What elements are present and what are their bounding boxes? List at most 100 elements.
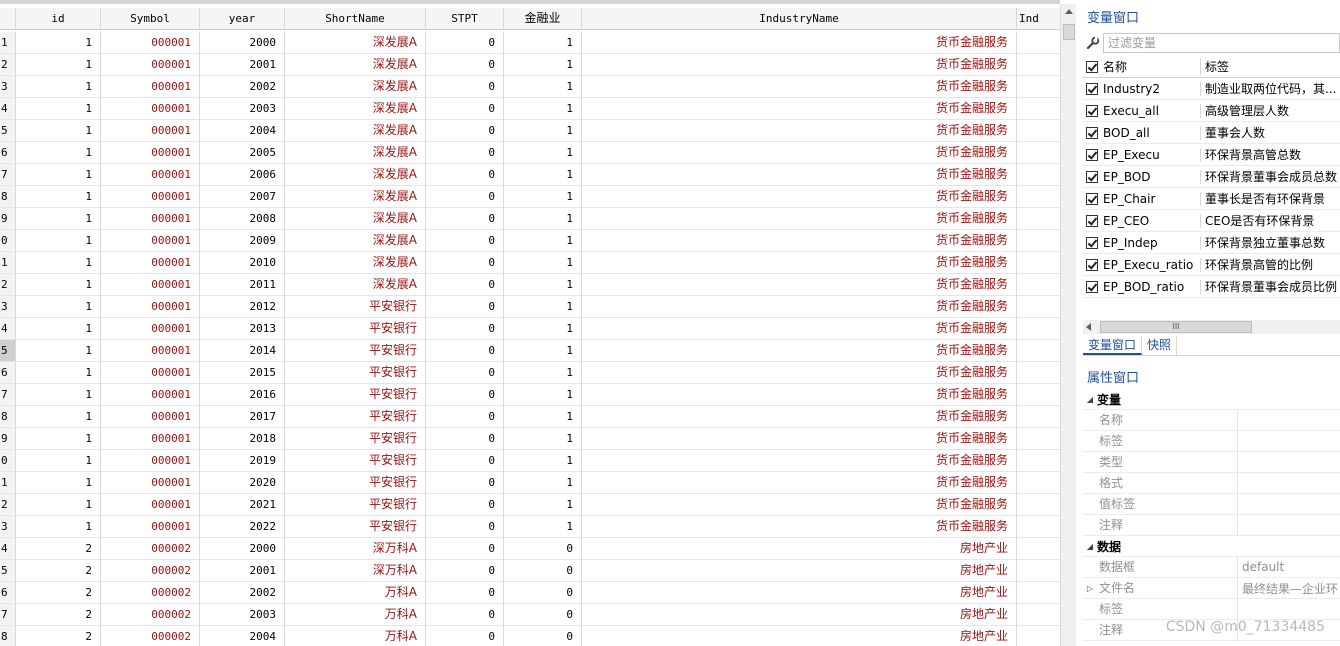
cell-stpt[interactable]: 0 [426,296,504,318]
cell-finance[interactable]: 0 [504,626,582,646]
cell-shortname[interactable]: 平安银行 [285,494,426,516]
cell-year[interactable]: 2001 [200,560,285,582]
filter-input[interactable] [1103,33,1340,53]
table-row[interactable]: 7 2 000002 2003 万科A 0 0 房地产业 [0,604,1060,626]
cell-stpt[interactable]: 0 [426,230,504,252]
cell-symbol[interactable]: 000001 [101,252,200,274]
cell-shortname[interactable]: 万科A [285,604,426,626]
cell-symbol[interactable]: 000001 [101,98,200,120]
cell-year[interactable]: 2014 [200,340,285,362]
expand-arrow-icon[interactable]: ▷ [1083,584,1097,593]
data-grid[interactable]: id Symbol year ShortName STPT 金融业 Indust… [0,0,1060,646]
cell-id[interactable]: 1 [16,230,101,252]
table-row[interactable]: 1 1 000001 2000 深发展A 0 1 货币金融服务 [0,32,1060,54]
cell-industryname[interactable]: 货币金融服务 [582,318,1017,340]
property-group-variable[interactable]: ◢ 变量 [1083,389,1340,410]
row-number[interactable]: 8 [0,186,16,208]
cell-year[interactable]: 2009 [200,230,285,252]
cell-shortname[interactable]: 深发展A [285,142,426,164]
cell-shortname[interactable]: 平安银行 [285,516,426,538]
scroll-up-arrow-icon[interactable] [1065,9,1073,14]
cell-industryname[interactable]: 货币金融服务 [582,450,1017,472]
cell-ind[interactable] [1017,428,1060,450]
cell-year[interactable]: 2021 [200,494,285,516]
cell-stpt[interactable]: 0 [426,120,504,142]
cell-symbol[interactable]: 000001 [101,406,200,428]
scroll-left-arrow-icon[interactable] [1086,323,1091,331]
cell-id[interactable]: 1 [16,296,101,318]
table-row[interactable]: 4 1 000001 2003 深发展A 0 1 货币金融服务 [0,98,1060,120]
cell-id[interactable]: 1 [16,142,101,164]
cell-industryname[interactable]: 货币金融服务 [582,76,1017,98]
cell-industryname[interactable]: 货币金融服务 [582,186,1017,208]
variable-row[interactable]: BOD_all 董事会人数 [1083,122,1340,144]
cell-year[interactable]: 2010 [200,252,285,274]
cell-id[interactable]: 1 [16,516,101,538]
table-row[interactable]: 2 1 000001 2001 深发展A 0 1 货币金融服务 [0,54,1060,76]
horizontal-scrollbar-thumb[interactable]: III [1100,321,1252,333]
cell-symbol[interactable]: 000001 [101,318,200,340]
variable-row[interactable]: EP_CEO CEO是否有环保背景 [1083,210,1340,232]
table-row[interactable]: 7 1 000001 2006 深发展A 0 1 货币金融服务 [0,164,1060,186]
column-header-id[interactable]: id [16,8,101,30]
cell-stpt[interactable]: 0 [426,274,504,296]
cell-symbol[interactable]: 000001 [101,32,200,54]
cell-shortname[interactable]: 深发展A [285,76,426,98]
cell-industryname[interactable]: 货币金融服务 [582,98,1017,120]
cell-year[interactable]: 2004 [200,626,285,646]
cell-symbol[interactable]: 000001 [101,494,200,516]
variable-checkbox[interactable] [1086,236,1098,249]
cell-symbol[interactable]: 000001 [101,340,200,362]
cell-stpt[interactable]: 0 [426,98,504,120]
row-number[interactable]: 7 [0,384,16,406]
variable-checkbox[interactable] [1086,214,1098,227]
cell-id[interactable]: 1 [16,340,101,362]
table-row[interactable]: 0 1 000001 2009 深发展A 0 1 货币金融服务 [0,230,1060,252]
cell-id[interactable]: 1 [16,384,101,406]
row-number[interactable]: 1 [0,472,16,494]
table-row[interactable]: 6 1 000001 2015 平安银行 0 1 货币金融服务 [0,362,1060,384]
cell-id[interactable]: 1 [16,252,101,274]
table-row[interactable]: 3 1 000001 2022 平安银行 0 1 货币金融服务 [0,516,1060,538]
variable-row[interactable]: EP_Indep 环保背景独立董事总数 [1083,232,1340,254]
cell-ind[interactable] [1017,164,1060,186]
cell-stpt[interactable]: 0 [426,384,504,406]
cell-finance[interactable]: 1 [504,54,582,76]
cell-finance[interactable]: 1 [504,472,582,494]
cell-year[interactable]: 2011 [200,274,285,296]
variable-row[interactable]: EP_Execu_ratio 环保背景高管的比例 [1083,254,1340,276]
property-row[interactable]: 标签 [1083,598,1340,620]
cell-industryname[interactable]: 货币金融服务 [582,252,1017,274]
cell-ind[interactable] [1017,230,1060,252]
cell-id[interactable]: 1 [16,208,101,230]
cell-finance[interactable]: 1 [504,318,582,340]
cell-symbol[interactable]: 000001 [101,516,200,538]
cell-ind[interactable] [1017,604,1060,626]
cell-shortname[interactable]: 平安银行 [285,472,426,494]
cell-year[interactable]: 2007 [200,186,285,208]
cell-id[interactable]: 1 [16,362,101,384]
table-row[interactable]: 5 1 000001 2004 深发展A 0 1 货币金融服务 [0,120,1060,142]
table-row[interactable]: 9 1 000001 2008 深发展A 0 1 货币金融服务 [0,208,1060,230]
cell-industryname[interactable]: 房地产业 [582,560,1017,582]
row-number[interactable]: 1 [0,32,16,54]
table-row[interactable]: 6 1 000001 2005 深发展A 0 1 货币金融服务 [0,142,1060,164]
row-number[interactable]: 8 [0,626,16,646]
cell-industryname[interactable]: 货币金融服务 [582,54,1017,76]
cell-finance[interactable]: 0 [504,582,582,604]
property-row[interactable]: 数据框 default [1083,556,1340,578]
cell-year[interactable]: 2012 [200,296,285,318]
collapse-triangle-icon[interactable]: ◢ [1083,542,1097,551]
cell-finance[interactable]: 1 [504,208,582,230]
cell-ind[interactable] [1017,560,1060,582]
column-header-symbol[interactable]: Symbol [101,8,200,30]
table-row[interactable]: 5 2 000002 2001 深万科A 0 0 房地产业 [0,560,1060,582]
cell-shortname[interactable]: 平安银行 [285,318,426,340]
cell-symbol[interactable]: 000001 [101,274,200,296]
row-number[interactable]: 6 [0,142,16,164]
cell-finance[interactable]: 1 [504,230,582,252]
cell-shortname[interactable]: 深发展A [285,186,426,208]
row-number[interactable]: 8 [0,406,16,428]
cell-stpt[interactable]: 0 [426,582,504,604]
cell-shortname[interactable]: 万科A [285,626,426,646]
